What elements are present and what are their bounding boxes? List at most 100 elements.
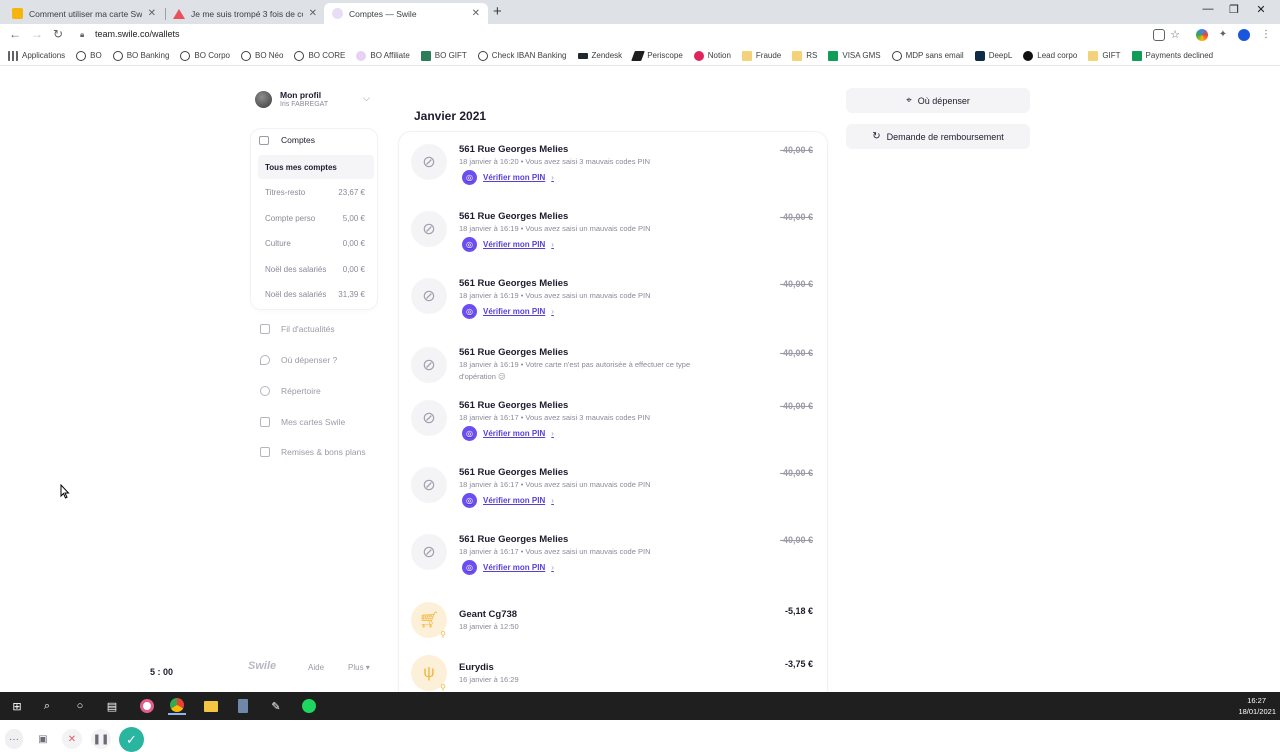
transactions-list: ⊘ 561 Rue Georges Melies 18 janvier à 16… — [399, 132, 827, 702]
browser-tab[interactable]: Comment utiliser ma carte Swile ✕ — [4, 3, 164, 24]
verify-pin-link[interactable]: ◎ Vérifier mon PIN › — [462, 560, 554, 575]
calculator-icon[interactable] — [234, 697, 252, 715]
windows-start-icon[interactable]: ⊞ — [8, 697, 26, 715]
recorder-more-button[interactable]: ··· — [5, 729, 23, 749]
folder-icon — [1088, 50, 1099, 61]
sidebar-item-discounts[interactable]: Remises & bons plans — [260, 447, 366, 457]
verify-pin-link[interactable]: ◎ Vérifier mon PIN › — [462, 493, 554, 508]
bookmark-item[interactable]: BO GIFT — [420, 50, 467, 61]
more-menu[interactable]: Plus ▾ — [348, 663, 370, 672]
transaction-amount: -40,00 € — [779, 212, 813, 222]
account-item[interactable]: Noël des salariés 31,39 € — [265, 290, 365, 299]
bookmark-item[interactable]: Applications — [8, 50, 65, 61]
taskbar-date[interactable]: 18/01/2021 — [1238, 707, 1276, 716]
search-icon[interactable]: ⌕ — [38, 697, 56, 715]
profile-name: Mon profil — [280, 90, 322, 100]
heart-icon — [693, 50, 704, 61]
close-icon[interactable]: ✕ — [309, 8, 317, 19]
bookmark-item[interactable]: BO Néo — [240, 50, 283, 61]
bookmark-item[interactable]: Check IBAN Banking — [477, 50, 567, 61]
taskbar-time[interactable]: 16:27 — [1247, 696, 1266, 705]
forward-button[interactable]: → — [30, 27, 44, 41]
minimize-button[interactable]: — — [1199, 3, 1217, 15]
sheet-icon — [1131, 50, 1142, 61]
extension-icon[interactable] — [1196, 29, 1208, 41]
bookmark-item[interactable]: RS — [792, 50, 817, 61]
bookmark-item[interactable]: BO Banking — [112, 50, 169, 61]
bookmark-item[interactable]: BO — [76, 50, 102, 61]
verify-pin-link[interactable]: ◎ Vérifier mon PIN › — [462, 170, 554, 185]
profile-menu[interactable]: Mon profil Iris FABREGAT ⌵ — [255, 89, 375, 111]
recorder-finish-button[interactable]: ✓ — [119, 727, 144, 752]
bookmark-item[interactable]: MDP sans email — [891, 50, 964, 61]
sidebar-item-where-to-spend[interactable]: Où dépenser ? — [260, 355, 337, 365]
swile-app-icon[interactable] — [138, 697, 156, 715]
sidebar-item-directory[interactable]: Répertoire — [260, 386, 321, 396]
help-link[interactable]: Aide — [308, 663, 324, 672]
cortana-icon[interactable]: ○ — [71, 697, 89, 715]
spotify-icon[interactable] — [300, 697, 318, 715]
browser-menu-icon[interactable]: ⋮ — [1259, 28, 1273, 42]
account-item[interactable]: Noël des salariés 0,00 € — [265, 265, 365, 274]
account-item[interactable]: Compte perso 5,00 € — [265, 214, 365, 223]
bookmark-item[interactable]: VISA GMS — [828, 50, 881, 61]
verify-pin-link[interactable]: ◎ Vérifier mon PIN › — [462, 237, 554, 252]
where-to-spend-button[interactable]: ⌖ Où dépenser — [846, 88, 1030, 113]
translate-icon[interactable] — [1153, 29, 1165, 41]
swile-icon — [356, 50, 367, 61]
refund-request-button[interactable]: ↻ Demande de remboursement — [846, 124, 1030, 149]
window-close-button[interactable]: ✕ — [1252, 3, 1270, 16]
transaction-meta: 18 janvier à 16:19 • Vous avez saisi un … — [459, 291, 651, 300]
close-icon[interactable]: ✕ — [148, 8, 156, 19]
bookmark-item[interactable]: DeepL — [974, 50, 1012, 61]
bookmark-item[interactable]: Periscope — [631, 50, 683, 61]
browser-tab-active[interactable]: Comptes — Swile ✕ — [324, 3, 488, 24]
sidebar-item-accounts[interactable]: Comptes — [259, 135, 315, 145]
bookmark-item[interactable]: BO Affiliate — [356, 50, 410, 61]
chrome-icon[interactable] — [168, 697, 186, 715]
recorder-camera-button[interactable]: ▣ — [34, 729, 52, 749]
bookmark-item[interactable]: Zendesk — [577, 51, 622, 60]
verify-pin-link[interactable]: ◎ Vérifier mon PIN › — [462, 304, 554, 319]
account-item[interactable]: Culture 0,00 € — [265, 239, 365, 248]
transaction-merchant: 561 Rue Georges Melies — [459, 400, 569, 411]
tab-title: Comptes — Swile — [349, 8, 417, 19]
close-icon[interactable]: ✕ — [472, 8, 480, 19]
reload-button[interactable]: ↻ — [51, 27, 65, 41]
declined-icon: ⊘ — [411, 534, 447, 570]
extensions-puzzle-icon[interactable]: ✦ — [1216, 28, 1230, 42]
url-bar[interactable]: team.swile.co/wallets — [95, 29, 180, 39]
profile-avatar-icon[interactable] — [1238, 29, 1250, 41]
gift-icon — [260, 447, 270, 457]
sidebar-item-news[interactable]: Fil d'actualités — [260, 324, 335, 334]
browser-tab[interactable]: Je me suis trompé 3 fois de code ✕ — [165, 3, 325, 24]
all-accounts-item[interactable]: Tous mes comptes — [258, 155, 374, 179]
sidebar-item-cards[interactable]: Mes cartes Swile — [260, 417, 345, 427]
maximize-button[interactable]: ❐ — [1225, 3, 1243, 16]
verify-pin-link[interactable]: ◎ Vérifier mon PIN › — [462, 426, 554, 441]
meal-voucher-badge-icon: ⚲ — [440, 630, 446, 639]
bookmark-star-icon[interactable]: ☆ — [1168, 28, 1182, 42]
bookmark-item[interactable]: Lead corpo — [1023, 50, 1077, 61]
bookmark-item[interactable]: BO CORE — [294, 50, 345, 61]
pin-icon: ◎ — [462, 237, 477, 252]
lock-icon[interactable]: 🔒︎ — [80, 30, 84, 40]
bookmark-item[interactable]: GIFT — [1088, 50, 1121, 61]
gift-icon — [420, 50, 431, 61]
bookmark-item[interactable]: Fraude — [741, 50, 781, 61]
new-tab-button[interactable]: + — [493, 3, 502, 21]
file-explorer-icon[interactable] — [202, 697, 220, 715]
bookmark-item[interactable]: Payments declined — [1131, 50, 1213, 61]
chevron-right-icon: › — [551, 240, 554, 249]
declined-icon: ⊘ — [411, 467, 447, 503]
transaction-merchant: 561 Rue Georges Melies — [459, 278, 569, 289]
back-button[interactable]: ← — [8, 27, 22, 41]
recorder-cancel-button[interactable]: ✕ — [62, 729, 82, 749]
account-item[interactable]: Titres-resto 23,67 € — [265, 188, 365, 197]
recorder-pause-button[interactable]: ❚❚ — [91, 729, 111, 749]
photos-icon[interactable]: ✎ — [267, 697, 285, 715]
pin-icon: ◎ — [462, 560, 477, 575]
task-view-icon[interactable]: ▤ — [103, 697, 121, 715]
bookmark-item[interactable]: Notion — [693, 50, 731, 61]
bookmark-item[interactable]: BO Corpo — [180, 50, 230, 61]
